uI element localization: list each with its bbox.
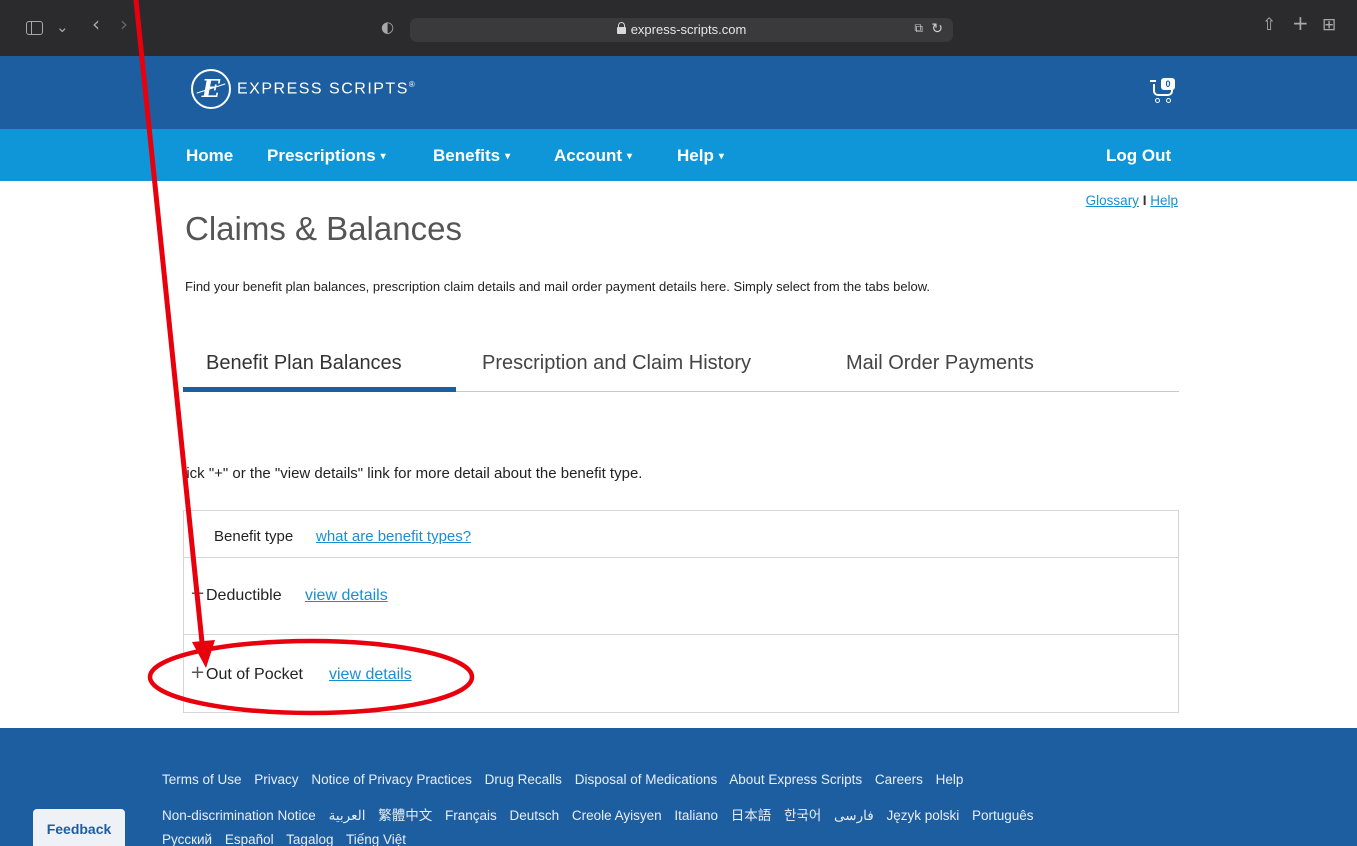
nav-help-label: Help	[677, 146, 714, 165]
cart-count-badge: 0	[1161, 78, 1175, 90]
cart-handle	[1150, 80, 1156, 82]
benefit-balances-table: Benefit type what are benefit types? + D…	[183, 510, 1179, 713]
footer-link[interactable]: Tiếng Việt	[346, 832, 406, 846]
footer-link[interactable]: About Express Scripts	[729, 772, 862, 787]
chevron-down-icon: ▾	[718, 151, 724, 162]
table-row: + Deductible view details	[184, 558, 1178, 635]
chevron-down-icon: ▾	[380, 151, 386, 162]
benefit-type-label: Benefit type	[214, 528, 294, 545]
footer-link[interactable]: Drug Recalls	[485, 772, 562, 787]
footer-link[interactable]: Privacy	[254, 772, 298, 787]
expand-plus-icon[interactable]: +	[190, 583, 205, 604]
footer-link[interactable]: 繁體中文	[378, 808, 432, 823]
out-of-pocket-label: Out of Pocket	[206, 666, 303, 683]
tab-prescription-claim-history[interactable]: Prescription and Claim History	[482, 352, 751, 375]
page-title: Claims & Balances	[185, 210, 462, 247]
nav-benefits-label: Benefits	[433, 146, 501, 165]
footer-link[interactable]: Italiano	[674, 808, 718, 823]
footer-links-languages: Non-discrimination Notice العربية 繁體中文 F…	[162, 804, 1043, 824]
footer-links-languages-more: Русский Español Tagalog Tiếng Việt	[162, 832, 415, 846]
footer-link[interactable]: 한국어	[784, 808, 821, 823]
footer-link[interactable]: Careers	[875, 772, 923, 787]
url-value: express-scripts.com	[630, 22, 747, 37]
cart-wheel	[1166, 98, 1171, 103]
benefit-instruction: lick "+" or the "view details" link for …	[183, 465, 643, 482]
footer-link[interactable]: العربية	[329, 808, 366, 823]
footer-link[interactable]: Deutsch	[510, 808, 560, 823]
cart-icon[interactable]: 0	[1150, 78, 1178, 104]
footer-link[interactable]: Español	[225, 832, 274, 846]
translate-icon[interactable]: ⧉	[914, 21, 923, 36]
link-separator: I	[1142, 193, 1147, 208]
forward-icon[interactable]: ›	[120, 14, 128, 34]
main-navigation: Home Prescriptions ▾ Benefits ▾ Account ▾ H…	[0, 129, 1357, 181]
what-are-benefit-types-link[interactable]: what are benefit types?	[316, 528, 471, 545]
url-text: express-scripts.com	[410, 22, 953, 37]
nav-prescriptions[interactable]: Prescriptions ▾	[267, 146, 386, 169]
share-icon[interactable]: ⇧	[1262, 16, 1276, 34]
nav-home-label: Home	[186, 146, 234, 165]
nav-account[interactable]: Account ▾	[554, 146, 632, 169]
footer-link[interactable]: Język polski	[886, 808, 959, 823]
feedback-button[interactable]: Feedback	[33, 809, 125, 846]
chevron-down-icon: ▾	[505, 151, 511, 162]
footer-link[interactable]: Français	[445, 808, 497, 823]
browser-toolbar: ⌄ ‹ › ◐ express-scripts.com ⧉ ↻ ⇧ + ⊞	[0, 0, 1357, 56]
lock-icon	[616, 22, 626, 34]
chevron-down-icon: ▾	[627, 151, 633, 162]
registered-mark: ®	[408, 79, 417, 89]
back-icon[interactable]: ‹	[92, 14, 100, 34]
chevron-down-icon[interactable]: ⌄	[56, 18, 69, 36]
logo-wordmark: EXPRESS SCRIPTS®	[237, 80, 416, 98]
tab-overview-icon[interactable]: ⊞	[1322, 16, 1336, 34]
footer-link[interactable]: 日本語	[731, 808, 772, 823]
out-of-pocket-view-details-link[interactable]: view details	[329, 666, 412, 684]
glossary-link[interactable]: Glossary	[1086, 193, 1139, 208]
new-tab-icon[interactable]: +	[1292, 13, 1309, 33]
footer-link[interactable]: Help	[936, 772, 964, 787]
logo-emblem-icon: E	[191, 69, 231, 109]
tab-mail-order-payments[interactable]: Mail Order Payments	[846, 352, 1034, 375]
deductible-label: Deductible	[206, 587, 282, 604]
table-header-row: Benefit type what are benefit types?	[184, 511, 1178, 558]
sidebar-icon[interactable]	[26, 21, 43, 35]
help-link[interactable]: Help	[1150, 193, 1178, 208]
footer-links-primary: Terms of Use Privacy Notice of Privacy P…	[162, 772, 972, 787]
table-row: + Out of Pocket view details	[184, 635, 1178, 713]
nav-help[interactable]: Help ▾	[677, 146, 724, 169]
expand-plus-icon[interactable]: +	[190, 662, 205, 683]
footer-link[interactable]: Русский	[162, 832, 212, 846]
site-header: E EXPRESS SCRIPTS® 0	[0, 56, 1357, 129]
nav-prescriptions-label: Prescriptions	[267, 146, 376, 165]
site-footer: Terms of Use Privacy Notice of Privacy P…	[0, 728, 1357, 846]
brand-name: EXPRESS SCRIPTS	[237, 80, 409, 98]
footer-link[interactable]: Non-discrimination Notice	[162, 808, 316, 823]
nav-home[interactable]: Home	[186, 146, 233, 166]
logo-letter: E	[201, 74, 221, 103]
footer-link[interactable]: فارسی	[834, 808, 874, 823]
logout-link[interactable]: Log Out	[1106, 146, 1171, 166]
page-intro: Find your benefit plan balances, prescri…	[185, 279, 930, 294]
shield-icon[interactable]: ◐	[381, 18, 394, 36]
express-scripts-logo[interactable]: E EXPRESS SCRIPTS®	[191, 67, 416, 111]
deductible-view-details-link[interactable]: view details	[305, 587, 388, 605]
footer-link[interactable]: Notice of Privacy Practices	[311, 772, 472, 787]
footer-link[interactable]: Disposal of Medications	[575, 772, 718, 787]
nav-account-label: Account	[554, 146, 622, 165]
address-bar[interactable]: express-scripts.com ⧉ ↻	[410, 18, 953, 42]
nav-benefits[interactable]: Benefits ▾	[433, 146, 510, 169]
active-tab-indicator	[183, 387, 456, 392]
cart-wheel	[1155, 98, 1160, 103]
footer-link[interactable]: Português	[972, 808, 1034, 823]
reload-icon[interactable]: ↻	[931, 20, 943, 37]
tab-benefit-plan-balances[interactable]: Benefit Plan Balances	[206, 352, 402, 375]
footer-link[interactable]: Tagalog	[286, 832, 333, 846]
claims-tabs: Benefit Plan Balances Prescription and C…	[183, 348, 1179, 392]
footer-link[interactable]: Creole Ayisyen	[572, 808, 662, 823]
footer-link[interactable]: Terms of Use	[162, 772, 242, 787]
utility-links: Glossary I Help	[1086, 193, 1178, 208]
